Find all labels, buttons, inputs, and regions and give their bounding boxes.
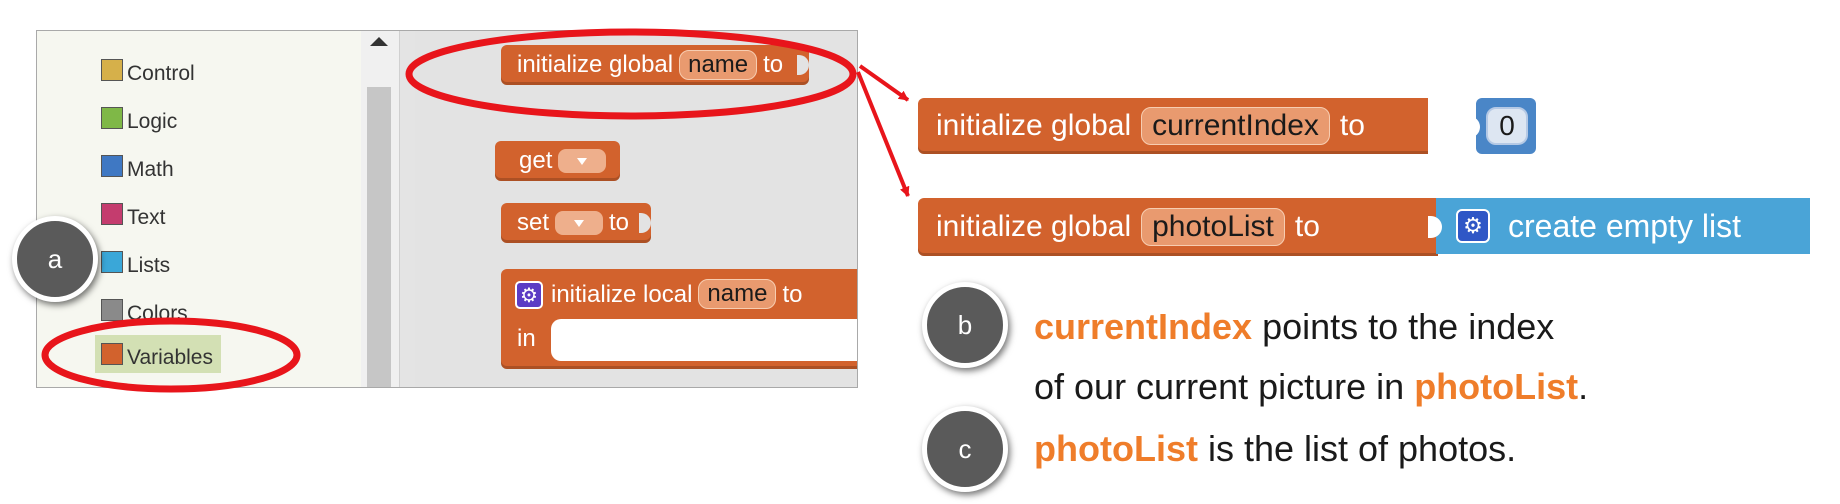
- badge-a: a: [12, 216, 98, 302]
- note-highlight: currentIndex: [1034, 306, 1253, 347]
- note-text: is the list of photos.: [1197, 428, 1517, 469]
- arrow-to-photolist: [856, 71, 910, 197]
- note-c: photoList is the list of photos.: [1034, 428, 1516, 470]
- annotation-overlay: [41, 28, 910, 393]
- badge-c: c: [922, 406, 1008, 492]
- note-text: of our current picture in: [1034, 366, 1415, 407]
- note-text: .: [1578, 366, 1589, 407]
- highlight-ellipse-variables: [41, 317, 301, 393]
- note-highlight: photoList: [1414, 366, 1579, 407]
- badge-b: b: [922, 282, 1008, 368]
- note-text: points to the index: [1252, 306, 1555, 347]
- note-b-line2: of our current picture in photoList.: [1034, 366, 1588, 408]
- note-highlight: photoList: [1034, 428, 1198, 469]
- note-b-line1: currentIndex points to the index: [1034, 306, 1554, 348]
- highlight-ellipse-initialize-global: [405, 28, 857, 120]
